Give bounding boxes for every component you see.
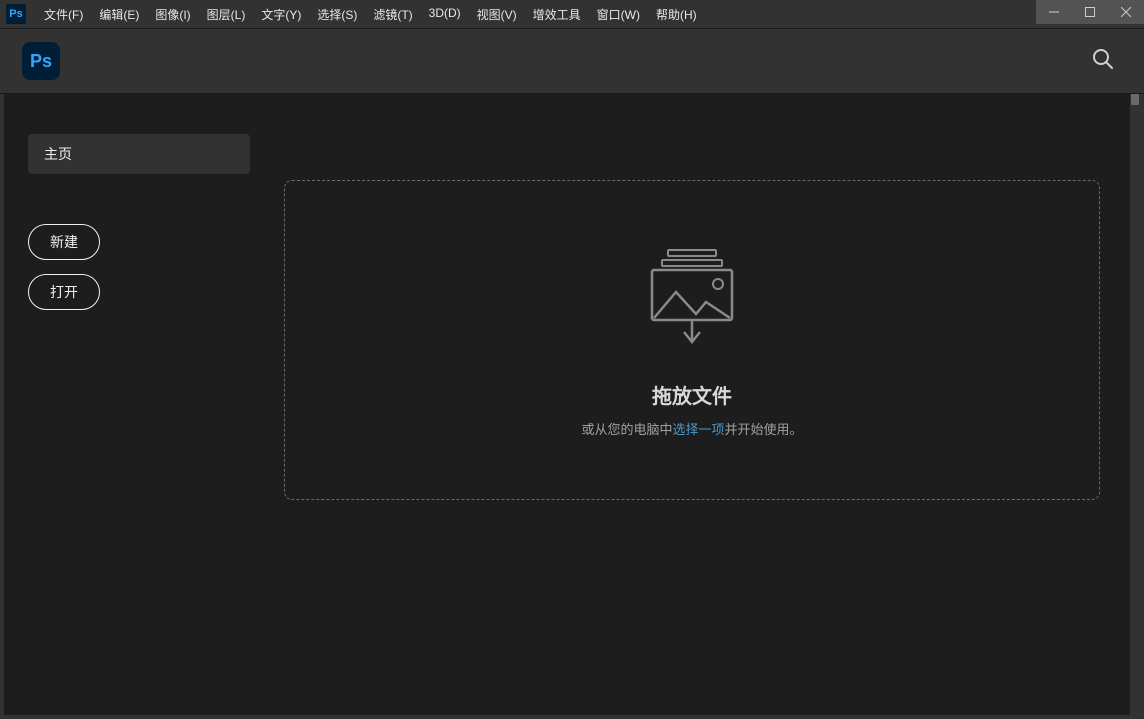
home-sidebar: 主页 新建 打开 [4,94,284,715]
menu-filter[interactable]: 滤镜(T) [367,6,418,23]
drop-subtitle-suffix: 并开始使用。 [725,422,803,437]
drop-subtitle-prefix: 或从您的电脑中 [581,422,672,437]
window-controls [1036,0,1144,24]
search-icon [1092,48,1114,70]
open-button-label: 打开 [50,284,78,300]
close-button[interactable] [1108,0,1144,24]
select-file-link[interactable]: 选择一项 [672,422,724,437]
title-bar: Ps 文件(F) 编辑(E) 图像(I) 图层(L) 文字(Y) 选择(S) 滤… [0,0,1144,28]
menu-window[interactable]: 窗口(W) [591,6,646,23]
minimize-button[interactable] [1036,0,1072,24]
home-toolbar: Ps [0,28,1144,94]
scrollbar-thumb[interactable] [1131,94,1139,105]
menu-type[interactable]: 文字(Y) [255,6,307,23]
vertical-scrollbar[interactable] [1130,94,1140,715]
drop-illustration-icon [640,242,745,352]
tab-home-label: 主页 [44,146,72,162]
home-content: 主页 新建 打开 拖放文件 [0,94,1144,719]
maximize-button[interactable] [1072,0,1108,24]
menu-bar: 文件(F) 编辑(E) 图像(I) 图层(L) 文字(Y) 选择(S) 滤镜(T… [38,6,703,23]
close-icon [1121,7,1131,17]
maximize-icon [1085,7,1095,17]
drop-subtitle: 或从您的电脑中选择一项并开始使用。 [581,419,802,438]
menu-help[interactable]: 帮助(H) [650,6,703,23]
drop-zone[interactable]: 拖放文件 或从您的电脑中选择一项并开始使用。 [284,180,1100,500]
new-button-label: 新建 [50,234,78,250]
menu-select[interactable]: 选择(S) [311,6,363,23]
sidebar-actions: 新建 打开 [28,224,260,310]
menu-plugins[interactable]: 增效工具 [527,6,587,23]
app-icon-small: Ps [6,4,26,24]
menu-edit[interactable]: 编辑(E) [93,6,145,23]
open-button[interactable]: 打开 [28,274,100,310]
app-logo[interactable]: Ps [22,42,60,80]
menu-layer[interactable]: 图层(L) [201,6,252,23]
search-button[interactable] [1092,48,1114,75]
new-button[interactable]: 新建 [28,224,100,260]
app-icon-small-text: Ps [9,8,22,20]
tab-home[interactable]: 主页 [28,134,250,174]
menu-image[interactable]: 图像(I) [149,6,196,23]
app-logo-text: Ps [30,51,52,72]
minimize-icon [1049,7,1059,17]
drop-title: 拖放文件 [652,380,732,409]
menu-3d[interactable]: 3D(D) [423,6,467,23]
main-area: 拖放文件 或从您的电脑中选择一项并开始使用。 [284,94,1140,715]
menu-file[interactable]: 文件(F) [38,6,89,23]
menu-view[interactable]: 视图(V) [471,6,523,23]
